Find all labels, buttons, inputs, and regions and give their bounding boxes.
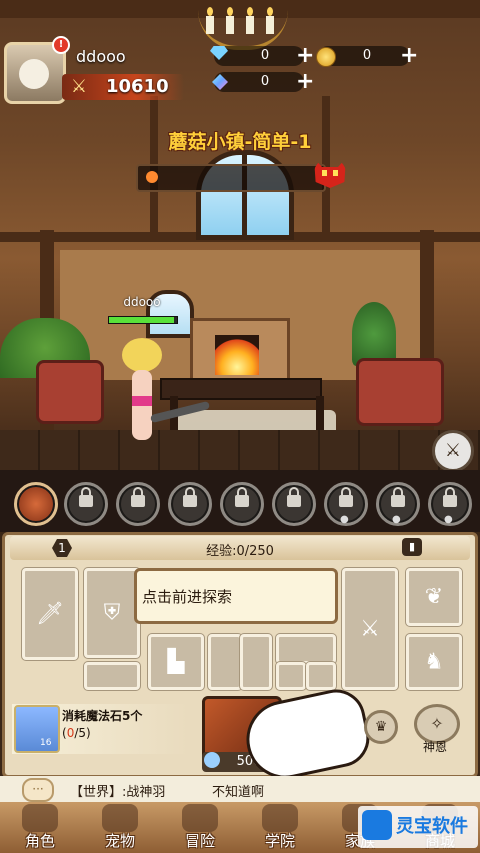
combat-power: 10610	[106, 76, 169, 97]
skill-slot-locked[interactable]	[116, 482, 160, 526]
horse-icon: ♞	[424, 649, 444, 675]
skill-slot-locked[interactable]	[220, 482, 264, 526]
nav-pets[interactable]: 宠物	[80, 802, 160, 853]
watermark-logo	[362, 810, 392, 840]
paw-icon: ●	[340, 514, 349, 525]
lock-icon	[79, 487, 93, 507]
tooltip-text: 点击前进探索	[142, 588, 233, 606]
add-gem-button[interactable]: +	[296, 71, 314, 93]
alert-badge: !	[52, 36, 70, 54]
add-diamond-button[interactable]: +	[296, 45, 314, 67]
skill-slot-1[interactable]	[14, 482, 58, 526]
hero-name: ddooo	[123, 295, 161, 309]
floor	[0, 430, 480, 470]
chat-message: 不知道啊	[212, 785, 265, 800]
stage-progress-marker	[146, 171, 158, 183]
mask-slot[interactable]	[276, 634, 336, 664]
wings-icon: ❦	[424, 584, 444, 610]
nav-label: 冒险	[184, 832, 215, 850]
progress-rest: /5)	[74, 726, 91, 740]
bracer-slot[interactable]	[208, 634, 242, 690]
belt-slot[interactable]	[84, 662, 140, 690]
lock-icon	[287, 487, 301, 507]
character-icon	[22, 804, 58, 832]
nav-label: 学院	[264, 832, 295, 850]
fire	[215, 335, 259, 375]
gem-count: 0	[260, 74, 270, 89]
hero-hp-fill	[109, 317, 174, 323]
sword-icon: 🗡	[36, 601, 64, 627]
armchair	[356, 358, 444, 426]
pet-icon	[102, 804, 138, 832]
skill-slot-locked[interactable]	[168, 482, 212, 526]
academy-icon	[262, 804, 298, 832]
secondary-weapon-slot[interactable]: ⚔	[342, 568, 398, 690]
item-progress: (0/5)	[62, 726, 91, 740]
swords-icon: ⚔	[70, 76, 88, 97]
wings-slot[interactable]: ❦	[406, 568, 462, 626]
nav-character[interactable]: 角色	[0, 802, 80, 853]
armor-icon: ⛨	[103, 600, 121, 626]
magic-stone-icon	[14, 705, 60, 753]
stone-icon	[204, 752, 220, 768]
stage-progress-bar	[136, 164, 326, 192]
player-name: ddooo	[76, 47, 126, 66]
nav-label: 宠物	[104, 832, 135, 850]
dagger-icon: ⚔	[360, 616, 380, 642]
watermark-text: 灵宝软件	[396, 816, 468, 837]
lock-icon	[391, 487, 405, 507]
add-coin-button[interactable]: +	[400, 45, 418, 67]
game-scene: ddooo	[0, 0, 480, 470]
coin-count: 0	[362, 48, 372, 63]
book-icon[interactable]: ▮	[402, 538, 422, 556]
ring-slot[interactable]	[240, 634, 272, 690]
lock-icon	[339, 487, 353, 507]
coin-icon	[316, 47, 336, 67]
chat-channel: 【世界】:战神羽	[70, 785, 166, 800]
adventure-icon	[182, 804, 218, 832]
chandelier	[198, 0, 288, 50]
boss-eyes	[322, 170, 338, 176]
blessing-label: 神恩	[422, 740, 447, 754]
nav-academy[interactable]: 学院	[240, 802, 320, 853]
talisman-slot[interactable]	[276, 662, 306, 690]
lock-icon	[443, 487, 457, 507]
hero-hp-bar	[108, 316, 178, 324]
earring-slot[interactable]	[306, 662, 336, 690]
mount-slot[interactable]: ♞	[406, 634, 462, 690]
lock-icon	[235, 487, 249, 507]
item-badge: 16	[40, 738, 52, 748]
nav-adventure[interactable]: 冒险	[160, 802, 240, 853]
crossed-swords-icon[interactable]: ⚔	[432, 430, 474, 472]
skill-slot-locked[interactable]	[64, 482, 108, 526]
paw-icon: ●	[392, 514, 401, 525]
paw-icon: ●	[444, 514, 453, 525]
weapon-slot[interactable]: 🗡	[22, 568, 78, 660]
boots-slot[interactable]: ▙	[148, 634, 204, 690]
crown-icon[interactable]: ♛	[364, 710, 398, 744]
armchair	[36, 360, 104, 424]
lock-icon	[131, 487, 145, 507]
chat-bubble-icon[interactable]: ···	[22, 778, 54, 802]
lock-icon	[183, 487, 197, 507]
nav-label: 角色	[24, 832, 55, 850]
hero-character[interactable]	[122, 338, 162, 442]
diamond-count: 0	[260, 48, 270, 63]
armor-slot[interactable]: ⛨	[84, 568, 140, 658]
skill-slot-locked[interactable]	[272, 482, 316, 526]
item-name: 消耗魔法石5个	[62, 709, 143, 723]
christmas-tree	[352, 302, 396, 366]
table-legs	[170, 396, 324, 430]
boots-icon: ▙	[167, 649, 185, 675]
stage-title: 蘑菇小镇-简单-1	[168, 131, 312, 153]
